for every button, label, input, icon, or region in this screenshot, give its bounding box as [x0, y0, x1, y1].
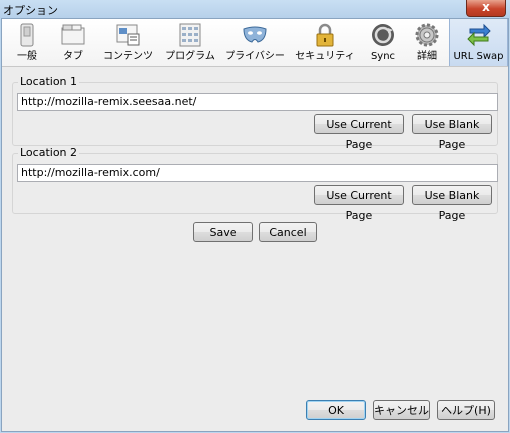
ok-button[interactable]: OK	[306, 400, 366, 420]
pane-privacy-label: プライバシー	[225, 51, 285, 62]
dialog-cancel-button[interactable]: キャンセル	[373, 400, 430, 420]
location-2-url-input[interactable]: http://mozilla-remix.com/	[17, 164, 498, 182]
pane-tabs[interactable]: タブ	[52, 19, 94, 66]
location-1-group: Location 1 http://mozilla-remix.seesaa.n…	[12, 75, 498, 151]
pane-advanced[interactable]: 詳細	[406, 19, 448, 66]
security-lock-icon	[316, 23, 334, 47]
cancel-button[interactable]: Cancel	[259, 222, 317, 242]
advanced-gear-icon	[415, 23, 439, 47]
pane-content[interactable]: コンテンツ	[98, 19, 158, 66]
pane-applications-label: プログラム	[165, 51, 215, 62]
pane-sync-label: Sync	[370, 51, 396, 62]
options-dialog: 一般 タブ コンテンツ プログラム プライバシー セキュリティ Sync 詳細 …	[1, 18, 509, 432]
pane-url-swap-label: URL Swap	[453, 51, 504, 62]
pane-tabs-label: タブ	[63, 51, 83, 62]
location-2-use-current-page-button[interactable]: Use Current Page	[314, 185, 404, 222]
pane-privacy[interactable]: プライバシー	[222, 19, 288, 66]
pane-general-label: 一般	[17, 51, 37, 62]
location-2-use-blank-page-button[interactable]: Use Blank Page	[412, 185, 492, 222]
content-icon	[116, 24, 140, 46]
privacy-mask-icon	[243, 26, 267, 43]
title-bar: オプション x	[0, 0, 510, 18]
pane-toolbar: 一般 タブ コンテンツ プログラム プライバシー セキュリティ Sync 詳細 …	[2, 19, 508, 67]
save-button[interactable]: Save	[193, 222, 253, 242]
location-1-use-blank-page-button[interactable]: Use Blank Page	[412, 114, 492, 151]
pane-applications[interactable]: プログラム	[162, 19, 218, 66]
pane-advanced-label: 詳細	[417, 51, 437, 62]
close-icon: x	[482, 0, 490, 14]
window-title: オプション	[3, 4, 58, 17]
pane-security[interactable]: セキュリティ	[292, 19, 358, 66]
location-2-label: Location 2	[18, 146, 80, 159]
location-2-group: Location 2 http://mozilla-remix.com/ Use…	[12, 146, 498, 222]
url-swap-arrows-icon	[466, 23, 491, 47]
general-switch-icon	[20, 23, 34, 47]
close-button[interactable]: x	[466, 0, 506, 17]
location-1-label: Location 1	[18, 75, 80, 88]
pane-sync[interactable]: Sync	[362, 19, 404, 66]
pane-content-label: コンテンツ	[103, 51, 153, 62]
tabs-icon	[61, 24, 85, 45]
sync-icon	[372, 24, 394, 46]
help-button[interactable]: ヘルプ(H)	[437, 400, 495, 420]
pane-general[interactable]: 一般	[6, 19, 48, 66]
applications-icon	[179, 23, 201, 47]
pane-url-swap[interactable]: URL Swap	[449, 19, 508, 66]
location-1-url-input[interactable]: http://mozilla-remix.seesaa.net/	[17, 93, 498, 111]
pane-security-label: セキュリティ	[295, 51, 355, 62]
location-1-use-current-page-button[interactable]: Use Current Page	[314, 114, 404, 151]
